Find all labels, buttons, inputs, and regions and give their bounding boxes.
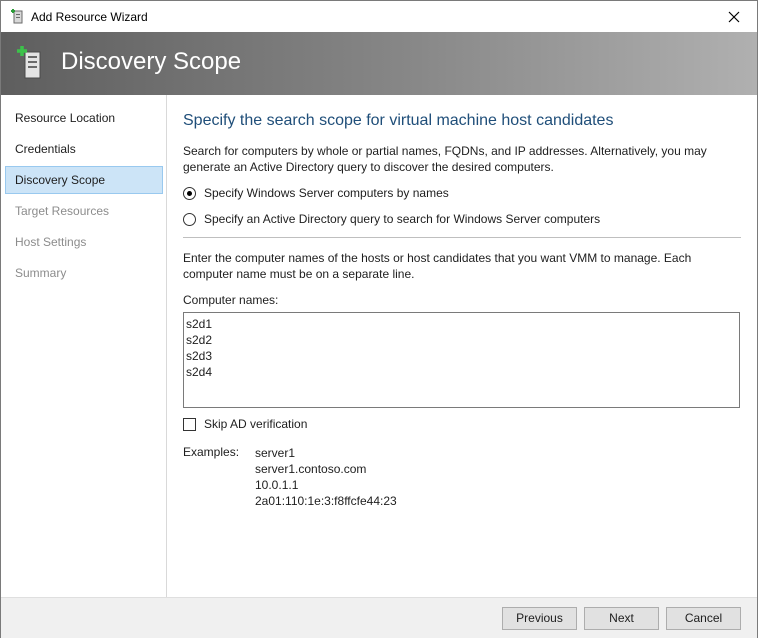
sidebar-item-credentials[interactable]: Credentials <box>5 135 163 163</box>
computer-name-line: s2d1 <box>186 317 213 331</box>
window-title: Add Resource Wizard <box>31 10 148 24</box>
page-banner: Discovery Scope <box>1 32 757 95</box>
skip-ad-label: Skip AD verification <box>204 417 308 431</box>
computer-names-input[interactable]: s2d1 s2d2 s2d3 s2d4 <box>183 312 740 408</box>
wizard-footer: Previous Next Cancel <box>1 597 757 638</box>
sidebar-item-resource-location[interactable]: Resource Location <box>5 104 163 132</box>
close-icon <box>728 11 740 22</box>
radio-ad-query-label: Specify an Active Directory query to sea… <box>204 212 601 226</box>
wizard-steps-nav: Resource Location Credentials Discovery … <box>1 95 167 597</box>
computer-names-instructions: Enter the computer names of the hosts or… <box>183 251 692 281</box>
previous-button[interactable]: Previous <box>502 607 577 630</box>
radio-by-names[interactable]: Specify Windows Server computers by name… <box>183 186 449 200</box>
examples-list: server1 server1.contoso.com 10.0.1.1 2a0… <box>255 445 397 509</box>
title-bar: Add Resource Wizard <box>1 1 757 32</box>
computer-name-line: s2d3 <box>186 349 213 363</box>
add-server-icon <box>15 44 45 80</box>
scope-description: Search for computers by whole or partial… <box>183 144 707 174</box>
skip-ad-checkbox[interactable] <box>183 417 196 431</box>
example-item: 2a01:110:1e:3:f8ffcfe44:23 <box>255 494 397 508</box>
wizard-app-icon <box>9 8 25 24</box>
next-button[interactable]: Next <box>584 607 659 630</box>
wizard-window: Add Resource Wizard Discovery Scope Reso… <box>0 0 758 638</box>
example-item: 10.0.1.1 <box>255 478 299 492</box>
example-item: server1.contoso.com <box>255 462 367 476</box>
computer-names-label: Computer names: <box>183 293 279 307</box>
section-divider <box>183 237 741 238</box>
sidebar-item-discovery-scope[interactable]: Discovery Scope <box>5 166 163 194</box>
page-title: Discovery Scope <box>61 48 242 75</box>
radio-by-names-label: Specify Windows Server computers by name… <box>204 186 449 200</box>
examples-label: Examples: <box>183 445 240 459</box>
computer-name-line: s2d4 <box>186 365 213 379</box>
close-button[interactable] <box>711 1 757 32</box>
radio-ad-query[interactable]: Specify an Active Directory query to sea… <box>183 212 600 226</box>
computer-name-line: s2d2 <box>186 333 213 347</box>
main-content: Specify the search scope for virtual mac… <box>167 95 757 597</box>
sidebar-item-host-settings: Host Settings <box>15 235 87 249</box>
radio-button-selected[interactable] <box>183 186 196 200</box>
sidebar-item-target-resources: Target Resources <box>15 204 110 218</box>
radio-button-unselected[interactable] <box>183 212 196 226</box>
cancel-button[interactable]: Cancel <box>666 607 741 630</box>
section-heading: Specify the search scope for virtual mac… <box>183 112 614 129</box>
example-item: server1 <box>255 446 296 460</box>
sidebar-item-summary: Summary <box>15 266 67 280</box>
skip-ad-verification[interactable]: Skip AD verification <box>183 417 307 431</box>
